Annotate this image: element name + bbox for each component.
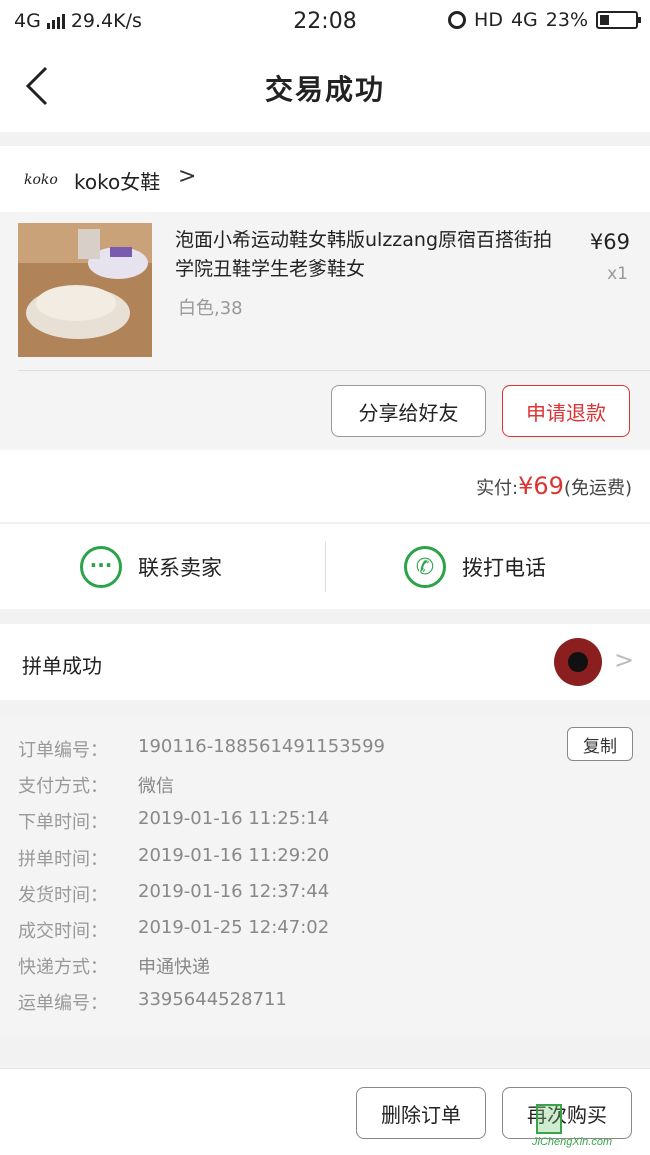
watermark: JiChengXin.com: [532, 1104, 648, 1154]
detail-row-deal-time: 成交时间： 2019-01-25 12:47:02: [18, 917, 329, 943]
detail-key: 成交时间：: [18, 921, 108, 942]
product-quantity: x1: [607, 264, 628, 284]
payment-amount: ¥69: [518, 472, 564, 500]
copy-button[interactable]: 复制: [567, 727, 633, 761]
detail-value: 2019-01-16 11:29:20: [138, 845, 330, 866]
detail-value: 2019-01-16 12:37:44: [138, 881, 330, 902]
battery-percent: 23%: [545, 9, 588, 31]
product-card[interactable]: 泡面小希运动鞋女韩版ulzzang原宿百搭街拍学院丑鞋学生老爹鞋女 白色,38 …: [0, 212, 650, 450]
payment-label: 实付:: [476, 478, 519, 499]
detail-value: 申通快递: [138, 957, 210, 978]
delete-order-button[interactable]: 删除订单: [356, 1087, 486, 1139]
detail-key: 运单编号：: [18, 993, 108, 1014]
divider: [325, 542, 326, 592]
payment-summary: 实付:¥69(免运费): [476, 472, 632, 500]
detail-row-order-time: 下单时间： 2019-01-16 11:25:14: [18, 808, 329, 834]
phone-icon: [404, 546, 446, 588]
divider: [18, 370, 650, 371]
group-buy-row[interactable]: 拼单成功 >: [0, 624, 650, 700]
page-title: 交易成功: [264, 73, 385, 106]
detail-key: 拼单时间：: [18, 849, 108, 870]
detail-value: 190116-188561491153599: [138, 736, 385, 757]
chevron-right-icon: >: [614, 646, 635, 674]
detail-key: 订单编号：: [18, 740, 108, 761]
detail-value: 2019-01-16 11:25:14: [138, 808, 330, 829]
detail-row-courier: 快递方式： 申通快递: [18, 953, 210, 979]
watermark-logo: [536, 1104, 562, 1134]
alarm-icon: [448, 11, 467, 29]
shop-name[interactable]: koko女鞋: [74, 166, 160, 195]
detail-key: 下单时间：: [18, 812, 108, 833]
contact-seller-button[interactable]: 联系卖家: [80, 524, 222, 610]
shop-logo: koko: [24, 172, 58, 188]
detail-value: 2019-01-25 12:47:02: [138, 917, 330, 938]
detail-key: 支付方式：: [18, 776, 108, 797]
order-details: 订单编号： 190116-188561491153599 复制 支付方式： 微信…: [0, 716, 650, 1036]
avatar[interactable]: [554, 638, 602, 686]
chat-icon: [80, 546, 122, 588]
call-button[interactable]: 拨打电话: [404, 524, 546, 610]
watermark-text: JiChengXin.com: [532, 1136, 613, 1148]
detail-key: 快递方式：: [18, 957, 108, 978]
product-spec: 白色,38: [178, 298, 243, 319]
shop-row[interactable]: koko koko女鞋 >: [0, 146, 650, 212]
detail-row-tracking-no: 运单编号： 3395644528711: [18, 989, 287, 1015]
detail-row-ship-time: 发货时间： 2019-01-16 12:37:44: [18, 881, 329, 907]
hd-indicator: HD: [474, 9, 503, 31]
status-right: HD 4G 23%: [448, 9, 641, 31]
detail-value: 3395644528711: [138, 989, 287, 1010]
battery-icon: [596, 11, 641, 29]
nav-bar: 交易成功: [0, 44, 650, 132]
product-title[interactable]: 泡面小希运动鞋女韩版ulzzang原宿百搭街拍学院丑鞋学生老爹鞋女: [175, 226, 570, 284]
group-buy-label: 拼单成功: [22, 654, 102, 678]
share-button[interactable]: 分享给好友: [331, 385, 486, 437]
contact-row: 联系卖家 拨打电话: [0, 523, 650, 609]
refund-button[interactable]: 申请退款: [502, 385, 630, 437]
status-bar: 4G 29.4K/s 22:08 HD 4G 23%: [0, 0, 650, 44]
call-label: 拨打电话: [462, 556, 546, 580]
detail-row-order-no: 订单编号： 190116-188561491153599: [18, 736, 385, 762]
chevron-right-icon: >: [178, 164, 197, 189]
product-image[interactable]: [18, 223, 152, 357]
contact-seller-label: 联系卖家: [138, 556, 222, 580]
network-type-2: 4G: [510, 9, 538, 31]
detail-row-group-time: 拼单时间： 2019-01-16 11:29:20: [18, 845, 329, 871]
detail-row-payment-method: 支付方式： 微信: [18, 772, 174, 798]
detail-value: 微信: [138, 776, 174, 797]
detail-key: 发货时间：: [18, 885, 108, 906]
payment-row: 实付:¥69(免运费): [0, 450, 650, 522]
product-price: ¥69: [589, 230, 630, 254]
shipping-note: (免运费): [563, 478, 632, 499]
